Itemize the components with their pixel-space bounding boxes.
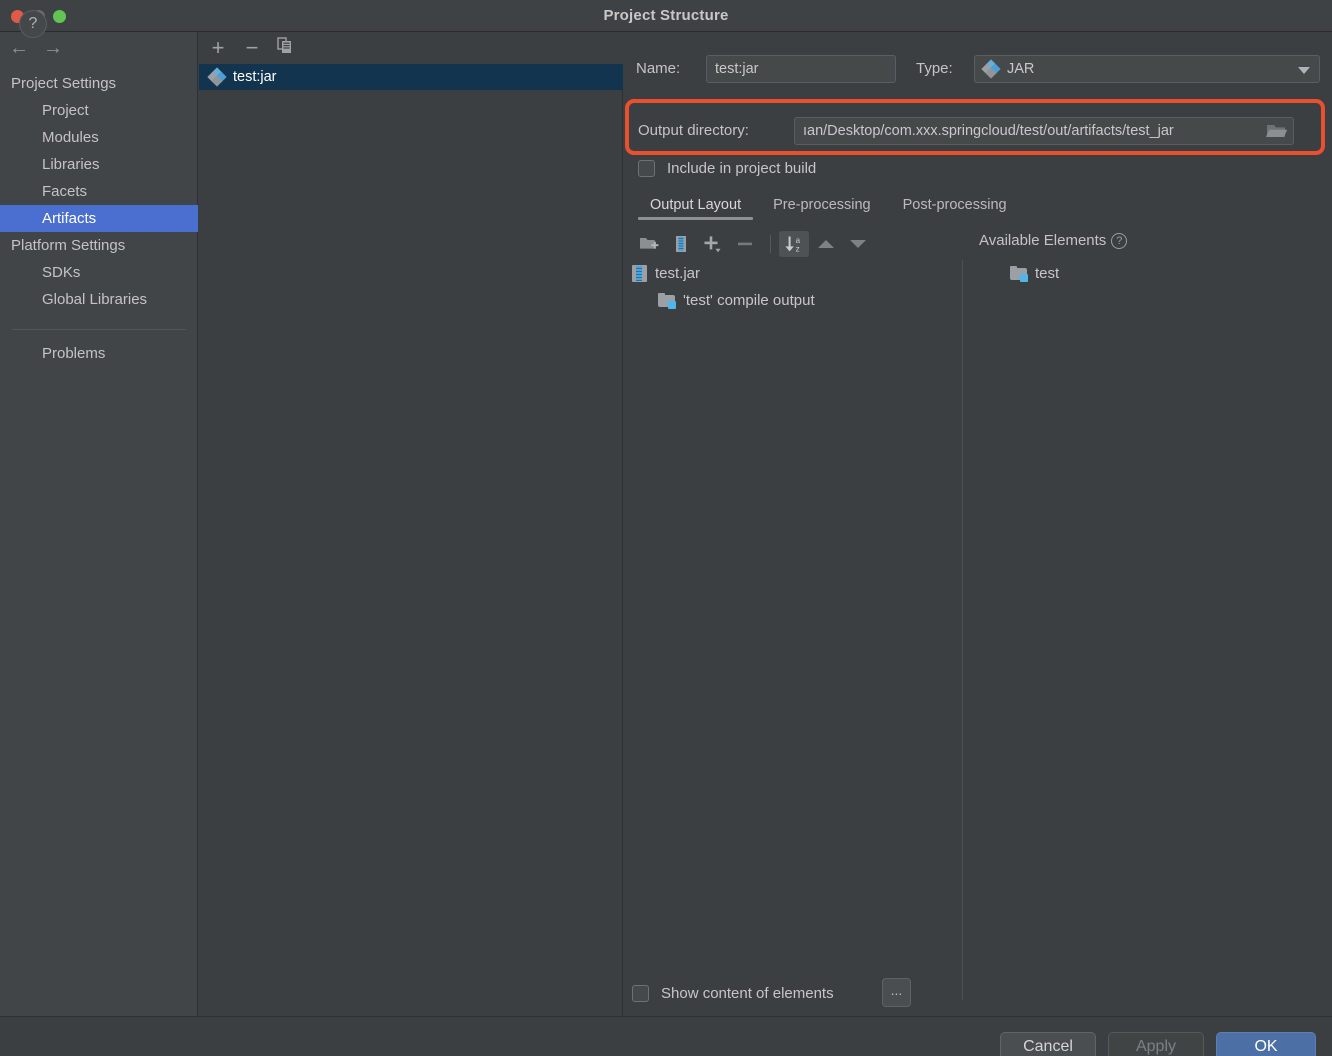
output-directory-label: Output directory: (638, 122, 749, 139)
archive-icon (632, 265, 647, 282)
tree-node-label: test (1035, 265, 1060, 282)
output-layout-tree: test.jar 'test' compile output (632, 260, 960, 314)
help-circle-icon[interactable]: ? (1111, 232, 1128, 249)
window-title: Project Structure (603, 7, 729, 24)
tab-output-layout[interactable]: Output Layout (634, 195, 757, 220)
sidebar-item-artifacts[interactable]: Artifacts (0, 205, 198, 232)
name-label: Name: (636, 60, 681, 77)
back-arrow-icon[interactable]: ← (6, 38, 32, 60)
tab-pre-processing[interactable]: Pre-processing (757, 195, 887, 220)
sidebar-item-project[interactable]: Project (0, 97, 198, 124)
sidebar-divider (12, 329, 186, 330)
include-in-build-row[interactable]: Include in project build (638, 156, 816, 180)
jar-type-icon (981, 59, 1001, 79)
sidebar-item-libraries[interactable]: Libraries (0, 151, 198, 178)
name-type-row: Name: test:jar Type: JAR (624, 55, 1332, 83)
sidebar-item-sdks[interactable]: SDKs (0, 259, 198, 286)
apply-button[interactable]: Apply (1108, 1032, 1204, 1056)
add-element-icon[interactable] (698, 231, 728, 257)
sidebar-item-modules[interactable]: Modules (0, 124, 198, 151)
tree-node-label: test.jar (655, 265, 701, 282)
sort-alphabetically-icon[interactable]: a z (779, 231, 809, 257)
type-label: Type: (916, 60, 953, 77)
list-item[interactable]: test:jar (199, 64, 623, 90)
chevron-down-icon (1298, 67, 1310, 74)
add-artifact-icon[interactable]: + (206, 37, 230, 59)
show-content-label: Show content of elements (661, 984, 834, 1002)
show-content-row[interactable]: Show content of elements (632, 980, 834, 1006)
available-elements-header: Available Elements ? (979, 232, 1128, 249)
available-elements-label: Available Elements (979, 232, 1107, 249)
toolbar-divider (770, 235, 771, 253)
svg-text:z: z (796, 245, 800, 254)
add-archive-icon[interactable] (666, 231, 696, 257)
more-options-button[interactable]: ... (882, 978, 911, 1007)
artifact-detail-panel: Name: test:jar Type: JAR Output director… (624, 32, 1332, 1016)
type-select[interactable]: JAR (974, 55, 1320, 83)
sidebar-group-project-settings: Project Settings (11, 75, 117, 92)
move-up-icon[interactable] (811, 231, 841, 257)
tab-post-processing[interactable]: Post-processing (887, 195, 1023, 220)
sidebar-item-facets[interactable]: Facets (0, 178, 198, 205)
artifacts-toolbar: + − (199, 32, 623, 64)
jar-artifact-icon (207, 67, 227, 87)
copy-artifact-icon[interactable] (273, 37, 297, 59)
name-input[interactable]: test:jar (706, 55, 896, 83)
include-in-build-label: Include in project build (667, 159, 817, 177)
output-directory-row: Output directory: ıan/Desktop/com.xxx.sp… (624, 117, 1332, 145)
show-content-checkbox[interactable] (632, 984, 649, 1002)
detail-tabs: Output Layout Pre-processing Post-proces… (634, 195, 1332, 225)
help-button[interactable]: ? (19, 10, 47, 38)
tree-node-compile-output[interactable]: 'test' compile output (632, 287, 960, 314)
sidebar-nav-list: Project Settings Project Modules Librari… (0, 70, 198, 367)
module-output-icon (1010, 266, 1028, 282)
tree-node-label: 'test' compile output (683, 292, 815, 309)
type-selected-value: JAR (1007, 61, 1035, 77)
sidebar-group-platform-settings: Platform Settings (11, 237, 126, 254)
tree-node-archive[interactable]: test.jar (632, 260, 960, 287)
settings-sidebar: ← → Project Settings Project Modules Lib… (0, 32, 198, 1016)
add-directory-icon[interactable] (634, 231, 664, 257)
forward-arrow-icon[interactable]: → (40, 38, 66, 60)
artifacts-list: test:jar (199, 64, 623, 90)
output-directory-value: ıan/Desktop/com.xxx.springcloud/test/out… (803, 123, 1174, 139)
sidebar-item-global-libraries[interactable]: Global Libraries (0, 286, 198, 313)
folder-open-icon[interactable] (1263, 121, 1289, 141)
title-bar: Project Structure (0, 0, 1332, 32)
project-structure-dialog: Project Structure ← → Project Settings P… (0, 0, 1332, 1056)
module-output-icon (658, 293, 676, 309)
available-elements-tree: test (972, 260, 1322, 287)
tree-column-divider (962, 260, 963, 1000)
cancel-button[interactable]: Cancel (1000, 1032, 1096, 1056)
remove-element-icon[interactable] (730, 231, 760, 257)
artifact-name-label: test:jar (233, 69, 277, 85)
artifacts-list-panel: + − test:jar (199, 32, 623, 1016)
ok-button[interactable]: OK (1216, 1032, 1316, 1056)
move-down-icon[interactable] (843, 231, 873, 257)
sidebar-item-problems[interactable]: Problems (0, 340, 198, 367)
include-in-build-checkbox[interactable] (638, 159, 655, 177)
output-directory-input[interactable]: ıan/Desktop/com.xxx.springcloud/test/out… (794, 117, 1294, 145)
available-node-test[interactable]: test (972, 260, 1322, 287)
remove-artifact-icon[interactable]: − (240, 37, 264, 59)
